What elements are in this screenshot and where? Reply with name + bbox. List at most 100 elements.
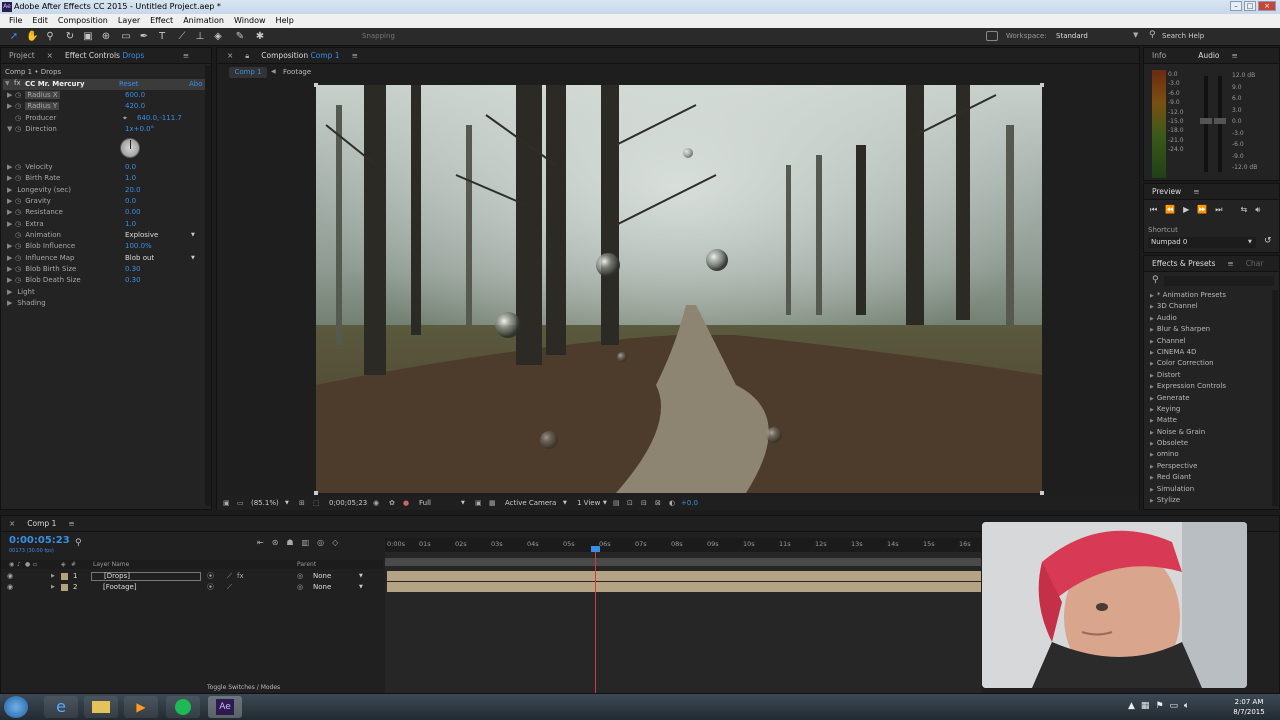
fx-switch-icon[interactable]: fx	[237, 571, 244, 582]
timeline-icon[interactable]: ⊟	[641, 496, 647, 510]
tab-info[interactable]: Info	[1148, 48, 1166, 63]
search-help-field[interactable]: Search Help	[1162, 32, 1204, 40]
about-link[interactable]: Abo	[189, 80, 203, 88]
work-area-bar[interactable]	[385, 558, 981, 566]
tab-comp1[interactable]: Comp 1	[27, 516, 56, 531]
selection-tool-icon[interactable]: ➚	[8, 31, 20, 43]
twirl-down-icon[interactable]: ▼	[5, 80, 10, 87]
color-channel-icon[interactable]: ●	[403, 496, 409, 510]
panel-menu-icon[interactable]: ≡	[1227, 256, 1233, 271]
tab-composition[interactable]: Composition Comp 1	[261, 48, 339, 63]
playhead-handle[interactable]	[591, 546, 600, 552]
list-item[interactable]: Generate	[1144, 393, 1272, 404]
tab-effect-controls[interactable]: Effect Controls Drops	[65, 48, 144, 63]
col-layer-name[interactable]: Layer Name	[93, 560, 129, 569]
pan-behind-tool-icon[interactable]: ⊕	[100, 31, 112, 43]
timeline-tracks[interactable]: 0:00s 01s 02s 03s 04s 05s 06s 07s 08s 09…	[385, 538, 981, 693]
chevron-down-icon[interactable]: ▼	[1133, 31, 1138, 39]
snapping-label[interactable]: Snapping	[362, 32, 395, 40]
rectangle-tool-icon[interactable]: ▭	[120, 31, 132, 43]
zoom-tool-icon[interactable]: ⚲	[44, 31, 56, 43]
prop-value[interactable]: 1x+0.0°	[125, 124, 154, 135]
layer-handle[interactable]	[1040, 83, 1044, 87]
play-icon[interactable]: ▶	[1183, 205, 1189, 217]
prop-value[interactable]: 20.0	[125, 185, 141, 196]
action-center-icon[interactable]: ⚑	[1155, 701, 1163, 711]
reset-icon[interactable]: ↺	[1264, 236, 1272, 246]
close-icon[interactable]: ×	[47, 48, 53, 63]
list-item[interactable]: Blur & Sharpen	[1144, 324, 1272, 335]
chevron-down-icon[interactable]: ▼	[359, 582, 363, 593]
layer-handle[interactable]	[314, 83, 318, 87]
minimize-button[interactable]: –	[1230, 1, 1242, 11]
tab-effects-presets[interactable]: Effects & Presets	[1148, 256, 1215, 271]
draft-3d-icon[interactable]: ⊛	[272, 538, 279, 550]
effects-search-input[interactable]	[1164, 276, 1274, 286]
toggle-switches-modes[interactable]: Toggle Switches / Modes	[207, 684, 280, 691]
spotify-icon[interactable]	[166, 696, 200, 718]
hand-tool-icon[interactable]: ✋	[26, 31, 38, 43]
animation-select[interactable]: Explosive	[125, 230, 158, 241]
close-button[interactable]: ×	[1258, 1, 1276, 11]
list-item[interactable]: Noise & Grain	[1144, 427, 1272, 438]
prop-shading[interactable]: ▶ Shading	[7, 298, 46, 309]
shy-switch-icon[interactable]: ⦿	[207, 571, 214, 582]
list-item[interactable]: Distort	[1144, 370, 1272, 381]
roto-brush-tool-icon[interactable]: ✎	[234, 31, 246, 43]
shy-switch-icon[interactable]: ⦿	[207, 582, 214, 593]
camera-select[interactable]: Active Camera	[505, 496, 556, 510]
layer-name[interactable]: [Footage]	[103, 582, 137, 593]
clock[interactable]: 2:07 AM 8/7/2015	[1224, 697, 1274, 717]
current-time-indicator[interactable]	[595, 548, 596, 693]
list-item[interactable]: Expression Controls	[1144, 381, 1272, 392]
shortcut-select[interactable]: Numpad 0	[1148, 237, 1256, 248]
composition-viewer[interactable]	[316, 85, 1042, 493]
list-item[interactable]: * Animation Presets	[1144, 290, 1272, 301]
label-color-swatch[interactable]	[61, 584, 68, 591]
prop-value[interactable]: 100.0%	[125, 241, 152, 252]
list-item[interactable]: Audio	[1144, 313, 1272, 324]
list-item[interactable]: CINEMA 4D	[1144, 347, 1272, 358]
list-item[interactable]: Simulation	[1144, 484, 1272, 495]
close-icon[interactable]: ×	[221, 48, 233, 63]
list-item[interactable]: Red Giant	[1144, 472, 1272, 483]
table-row[interactable]: ◉ ▶ 1 [Drops] ⦿ ⟋ fx ◎ None ▼	[1, 571, 383, 582]
list-item[interactable]: Matte	[1144, 415, 1272, 426]
magnification-select[interactable]: (85.1%)	[251, 496, 279, 510]
file-explorer-icon[interactable]	[84, 696, 118, 718]
subtab-footage[interactable]: Footage	[283, 68, 311, 76]
eye-icon[interactable]: ◉	[7, 571, 13, 582]
internet-explorer-icon[interactable]: e	[44, 696, 78, 718]
resolution-select[interactable]: Full	[419, 496, 431, 510]
pixel-aspect-icon[interactable]: ▤	[613, 496, 620, 510]
type-tool-icon[interactable]: T	[156, 31, 168, 43]
chevron-down-icon[interactable]: ▼	[1248, 239, 1252, 245]
chevron-down-icon[interactable]: ▼	[285, 496, 289, 510]
menu-file[interactable]: File	[4, 14, 27, 28]
reset-link[interactable]: Reset	[119, 80, 139, 88]
grid-icon[interactable]: ⊞	[299, 496, 305, 510]
prop-value[interactable]: 0.30	[125, 275, 141, 286]
chevron-down-icon[interactable]: ▼	[191, 230, 195, 241]
crosshair-icon[interactable]: ⌖	[123, 113, 127, 124]
menu-window[interactable]: Window	[229, 14, 271, 28]
prop-value[interactable]: 0.0	[125, 196, 136, 207]
monitor-icon[interactable]: ▭	[237, 496, 244, 510]
quality-switch-icon[interactable]: ⟋	[227, 582, 232, 593]
list-item[interactable]: Channel	[1144, 336, 1272, 347]
twirl-right-icon[interactable]: ▶	[51, 582, 55, 593]
maximize-button[interactable]: □	[1244, 1, 1256, 11]
reset-exposure-icon[interactable]: ◐	[669, 496, 675, 510]
motion-blur-icon[interactable]: ◎	[317, 538, 324, 550]
scrollbar[interactable]	[205, 66, 211, 506]
fast-previews-icon[interactable]: ⊡	[627, 496, 633, 510]
prop-value[interactable]: 0.0	[125, 162, 136, 173]
tray-expand-icon[interactable]: ▲	[1128, 701, 1135, 711]
list-item[interactable]: Keying	[1144, 404, 1272, 415]
panel-menu-icon[interactable]: ≡	[352, 48, 358, 63]
audio-slider-right[interactable]	[1218, 76, 1222, 172]
eraser-tool-icon[interactable]: ◈	[212, 31, 224, 43]
list-item[interactable]: 3D Channel	[1144, 301, 1272, 312]
col-parent[interactable]: Parent	[297, 560, 316, 569]
after-effects-taskbar-icon[interactable]: Ae	[208, 696, 242, 718]
